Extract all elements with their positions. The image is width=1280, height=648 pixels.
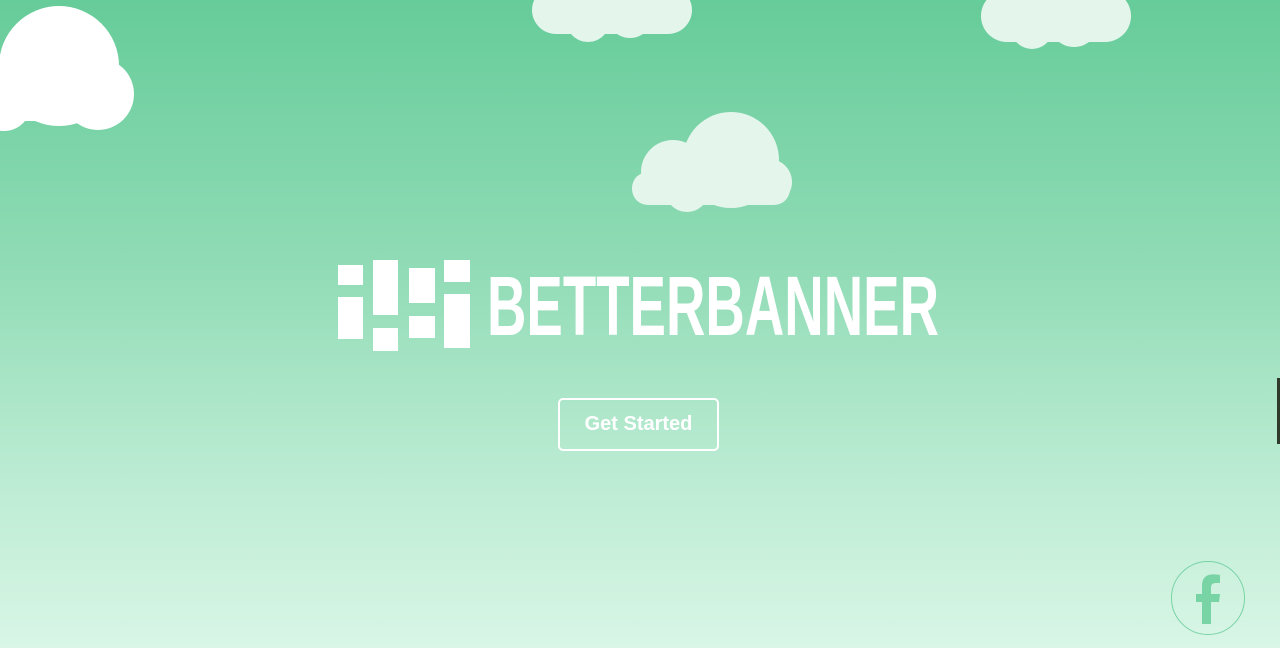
sky-background: BETTERBANNER Get Started: [0, 0, 1280, 648]
better-banner-logo: BETTERBANNER: [336, 258, 940, 354]
cloud-large-left: [0, 4, 140, 134]
wordmark: BETTERBANNER: [486, 262, 940, 342]
get-started-button[interactable]: Get Started: [558, 398, 719, 451]
cloud-top-center: [530, 0, 696, 46]
cloud-center: [631, 112, 795, 216]
facebook-icon: [1196, 574, 1220, 624]
wordmark-text: BETTERBANNER: [487, 262, 939, 342]
logo-mark-icon: [336, 258, 472, 354]
facebook-link[interactable]: [1171, 561, 1245, 635]
cloud-top-right: [980, 0, 1134, 52]
